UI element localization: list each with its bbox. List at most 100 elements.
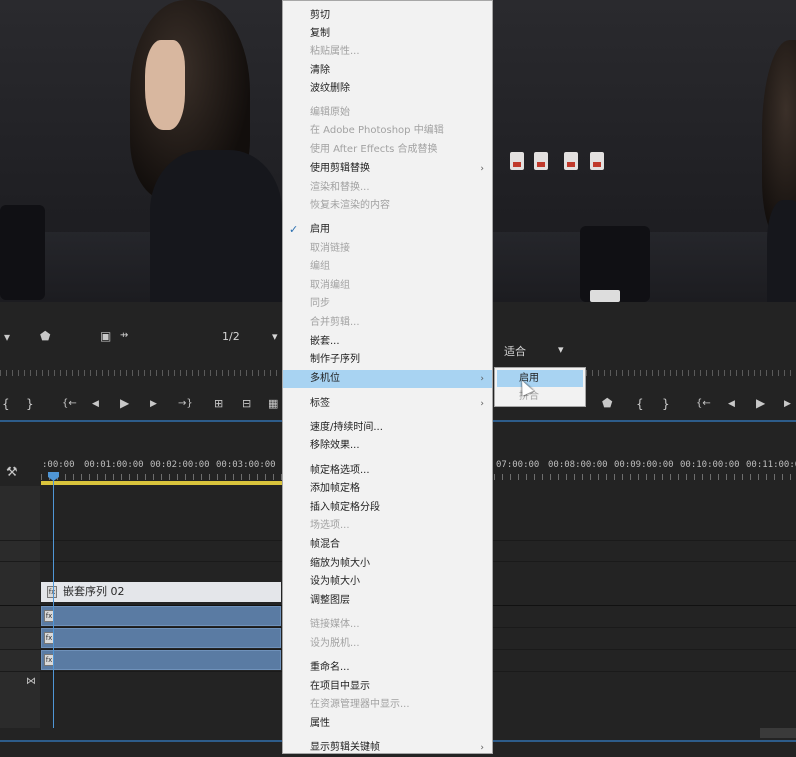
zoom-select[interactable]: 适合 (504, 343, 526, 359)
program-monitor-video (492, 0, 796, 302)
timecode-label: 00:03:00:00 (216, 460, 276, 470)
safe-margins-icon[interactable]: ▣ (100, 329, 111, 343)
submenu-arrow-icon: › (480, 164, 484, 174)
video-socket (510, 152, 524, 170)
go-to-in-icon[interactable]: {← (62, 397, 77, 411)
marker-icon[interactable]: ⬟ (602, 396, 612, 410)
menu-item: 同步 (310, 298, 330, 309)
wrench-icon[interactable]: ⚒ (6, 466, 18, 480)
menu-item: 链接媒体... (310, 619, 360, 630)
menu-item: 设为脱机... (310, 638, 360, 649)
video-person-jacket (150, 150, 282, 302)
menu-item[interactable]: 设为帧大小 (283, 573, 492, 591)
mark-in-icon[interactable]: { (2, 397, 10, 411)
source-monitor-video (0, 0, 282, 302)
overwrite-icon[interactable]: ⊟ (242, 397, 251, 411)
nested-sequence-clip[interactable]: fx 嵌套序列 02 (41, 582, 281, 602)
mark-out-icon[interactable]: } (26, 397, 34, 411)
submenu-arrow-icon: › (480, 374, 484, 384)
menu-item[interactable]: 显示剪辑关键帧 › (283, 739, 492, 757)
menu-item[interactable]: 清除 (283, 62, 492, 80)
checkmark-icon: ✓ (289, 223, 299, 236)
zoom-dropdown-icon[interactable]: ▾ (558, 343, 564, 356)
menu-item[interactable]: 标签 › (283, 395, 492, 413)
audio-clip[interactable]: fx (41, 606, 281, 626)
menu-item[interactable]: 属性 (283, 715, 492, 733)
submenu-arrow-icon: › (480, 399, 484, 409)
menu-item[interactable]: 多机位 › (283, 370, 492, 388)
menu-item[interactable]: 嵌套... (283, 333, 492, 351)
timecode-label: 00:10:00:00 (680, 460, 740, 470)
menu-item[interactable]: 移除效果... (283, 437, 492, 455)
video-chair (0, 205, 45, 300)
submenu-item[interactable]: 启用 (497, 370, 583, 387)
go-to-out-icon[interactable]: →} (178, 397, 193, 411)
play-icon[interactable]: ▶ (756, 396, 765, 410)
clip-context-menu: 剪切 复制粘贴属性... 清除 波纹删除编辑原始在 Adobe Photoshop 中… (282, 0, 493, 754)
timeline-scrollbar[interactable] (760, 728, 796, 738)
insert-icon[interactable]: ⊞ (214, 397, 223, 411)
audio-clip[interactable]: fx (41, 650, 281, 670)
menu-item[interactable]: 复制 (283, 25, 492, 43)
multicam-submenu: 启用拼合 (494, 367, 586, 407)
dropdown-arrow-icon[interactable]: ▾ (4, 330, 10, 344)
resolution-dropdown-icon[interactable]: ▾ (272, 330, 278, 343)
timecode-label: 07:00:00 (496, 460, 540, 470)
resolution-select[interactable]: 1/2 (222, 330, 240, 343)
menu-item: 粘贴属性... (310, 46, 360, 57)
menu-item: 渲染和替换... (310, 182, 370, 193)
sync-lock-icon[interactable]: ⋈ (26, 675, 36, 689)
step-forward-icon[interactable]: ▶ (150, 397, 157, 411)
menu-item[interactable]: 启用 ✓ (283, 221, 492, 239)
mark-out-icon[interactable]: } (662, 397, 670, 411)
step-back-icon[interactable]: ◀ (728, 397, 735, 411)
work-area-bar[interactable] (41, 481, 282, 485)
menu-item: 编辑原始 (310, 107, 350, 118)
submenu-arrow-icon: › (480, 743, 484, 753)
menu-item: 使用 After Effects 合成替换 (310, 144, 438, 155)
marker-icon[interactable]: ⬟ (40, 329, 50, 343)
menu-item: 取消链接 (310, 243, 350, 254)
menu-item: 在资源管理器中显示... (310, 699, 410, 710)
nested-sequence-label: 嵌套序列 02 (63, 585, 125, 598)
timecode-label: 00:11:00:00 (746, 460, 796, 470)
trim-icon[interactable]: ⇸ (120, 329, 128, 343)
timeline-ruler[interactable] (41, 474, 282, 480)
timecode-label: 00:02:00:00 (150, 460, 210, 470)
menu-item[interactable]: 制作子序列 (283, 351, 492, 369)
menu-item: 恢复未渲染的内容 (310, 200, 390, 211)
track-headers (0, 486, 40, 728)
menu-item[interactable]: 使用剪辑替换 › (283, 160, 492, 178)
timecode-label: 00:01:00:00 (84, 460, 144, 470)
menu-item[interactable]: 重命名... (283, 659, 492, 677)
menu-item[interactable]: 插入帧定格分段 (283, 499, 492, 517)
step-forward-icon[interactable]: ▶ (784, 397, 791, 411)
timecode-label: 00:09:00:00 (614, 460, 674, 470)
menu-item: 在 Adobe Photoshop 中编辑 (310, 125, 444, 136)
video-person-face (145, 40, 185, 130)
playhead-line[interactable] (53, 472, 54, 728)
menu-item[interactable]: 帧混合 (283, 536, 492, 554)
step-back-icon[interactable]: ◀ (92, 397, 99, 411)
menu-item[interactable]: 添加帧定格 (283, 480, 492, 498)
menu-item[interactable]: 剪切 (283, 7, 492, 25)
fx-badge-icon: fx (47, 586, 57, 598)
audio-clip[interactable]: fx (41, 628, 281, 648)
menu-item[interactable]: 缩放为帧大小 (283, 555, 492, 573)
source-time-ruler[interactable] (0, 370, 282, 376)
go-to-in-icon[interactable]: {← (696, 397, 711, 411)
menu-item: 合并剪辑... (310, 317, 360, 328)
menu-item: 编组 (310, 261, 330, 272)
play-icon[interactable]: ▶ (120, 396, 129, 410)
export-frame-icon[interactable]: ▦ (268, 397, 278, 411)
mark-in-icon[interactable]: { (636, 397, 644, 411)
menu-item[interactable]: 波纹删除 (283, 80, 492, 98)
program-time-ruler[interactable] (586, 370, 796, 376)
menu-item[interactable]: 帧定格选项... (283, 462, 492, 480)
menu-item[interactable]: 在项目中显示 (283, 678, 492, 696)
menu-item: 场选项... (310, 520, 350, 531)
menu-item[interactable]: 速度/持续时间... (283, 419, 492, 437)
timecode-label: 00:08:00:00 (548, 460, 608, 470)
submenu-item: 拼合 (519, 391, 539, 402)
menu-item[interactable]: 调整图层 (283, 592, 492, 610)
